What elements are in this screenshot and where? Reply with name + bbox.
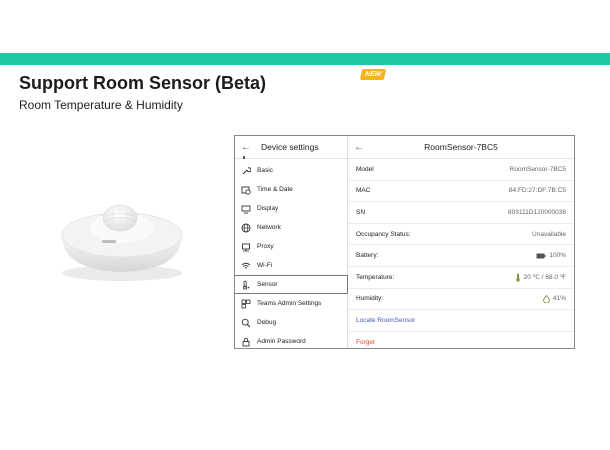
detail-row-mac: MAC 84:FD:27:DF:7B:C5 [348,181,574,203]
arrow-left-icon[interactable]: ← [235,142,257,153]
row-value: 41% [552,295,566,303]
detail-row-temperature: Temperature: 20 ℃ / 68.0 ℉ [348,267,574,289]
row-value: 100% [549,252,566,260]
menu-item-label: Teams Admin Settings [257,300,322,307]
droplet-icon [543,294,550,303]
menu-item-label: Basic [257,167,273,174]
device-settings-header: ← Device settings [235,136,347,159]
menu-item-label: Admin Password [257,338,306,345]
row-value: 20 ℃ / 68.0 ℉ [523,274,566,282]
row-label: SN [356,208,366,216]
row-value-group: 20 ℃ / 68.0 ℉ [515,273,566,282]
row-value: 803111D120000038 [508,208,566,216]
menu-item-sensor[interactable]: Sensor [235,275,348,294]
room-sensor-device-image [61,204,183,281]
arrow-left-icon[interactable]: ← [348,142,370,153]
detail-row-battery: Battery: 100% [348,245,574,267]
room-sensor-header: ← RoomSensor-7BC5 [348,136,574,159]
menu-item-label: Display [257,205,279,212]
menu-item-proxy[interactable]: Proxy [235,237,347,256]
top-accent-bar [0,53,610,65]
wrench-icon [235,166,257,176]
thermometer-icon [235,280,257,290]
menu-item-debug[interactable]: Debug [235,313,347,332]
menu-item-label: Sensor [257,281,278,288]
monitor-icon [235,204,257,214]
menu-item-label: Network [257,224,281,231]
row-value: RoomSensor-7BC5 [509,165,566,173]
detail-row-occupancy: Occupancy Status: Unavailable [348,224,574,246]
menu-item-teams-admin-settings[interactable]: Teams Admin Settings [235,294,347,313]
proxy-icon [235,242,257,252]
wifi-icon [235,261,257,271]
row-label: Humidity: [356,295,384,303]
row-value-group: 41% [543,294,566,303]
lock-icon [235,337,257,347]
room-sensor-title: RoomSensor-7BC5 [424,142,498,152]
row-label: Occupancy Status: [356,230,411,238]
battery-icon [536,253,547,259]
menu-item-label: Proxy [257,243,274,250]
detail-row-humidity: Humidity: 41% [348,289,574,311]
menu-item-wifi[interactable]: Wi-Fi [235,256,347,275]
forget-label: Forget [356,338,375,346]
teams-grid-icon [235,299,257,309]
row-value-group: 100% [536,252,566,259]
calendar-clock-icon [235,185,257,195]
thermometer-icon [515,273,520,282]
menu-item-label: Debug [257,319,277,326]
menu-item-network[interactable]: Network [235,218,347,237]
device-settings-title: Device settings [261,142,319,152]
menu-item-label: Time & Date [257,186,293,193]
row-label: Model [356,165,374,173]
menu-item-time-date[interactable]: Time & Date [235,180,347,199]
row-label: Temperature: [356,273,395,281]
device-settings-sidebar: ← Device settings Basic Time & Date Disp… [235,136,348,348]
slide-title: Support Room Sensor (Beta) [19,73,267,93]
menu-item-label: Wi-Fi [257,262,273,269]
debug-search-icon [235,318,257,328]
forget-button[interactable]: Forget [348,332,574,348]
globe-icon [235,223,257,233]
room-sensor-detail: ← RoomSensor-7BC5 Model RoomSensor-7BC5 … [348,136,574,348]
detail-row-sn: SN 803111D120000038 [348,202,574,224]
detail-row-model: Model RoomSensor-7BC5 [348,159,574,181]
menu-item-basic[interactable]: Basic [235,161,347,180]
locate-roomsensor-label: Locate RoomSensor [356,316,416,324]
slide-subtitle: Room Temperature & Humidity [19,98,183,112]
locate-roomsensor-button[interactable]: Locate RoomSensor [348,310,574,332]
row-value: 84:FD:27:DF:7B:C5 [508,187,566,195]
row-value: Unavailable [532,230,566,238]
new-badge: NEW [359,69,387,80]
row-label: MAC [356,187,371,195]
device-settings-screen: ← Device settings Basic Time & Date Disp… [234,135,575,349]
menu-item-admin-password[interactable]: Admin Password [235,332,347,348]
menu-item-display[interactable]: Display [235,199,347,218]
row-label: Battery: [356,252,379,260]
